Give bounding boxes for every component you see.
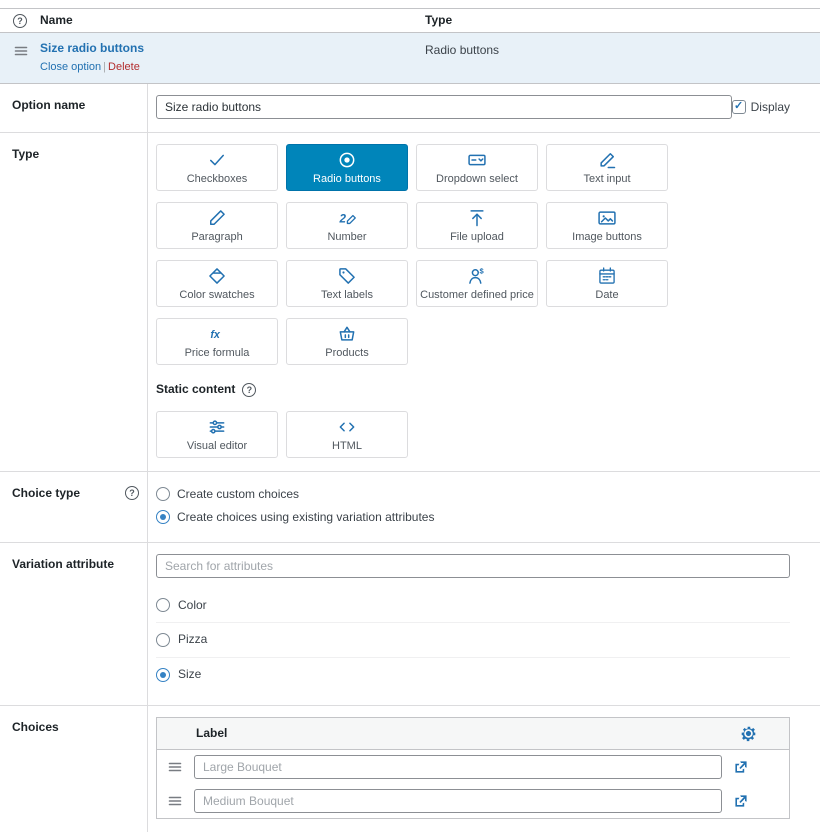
choice-row <box>157 750 789 784</box>
type-tile-paragraph[interactable]: Paragraph <box>156 202 278 250</box>
type-tile-color-swatches[interactable]: Color swatches <box>156 260 278 308</box>
page: { "colors": { "accent": "#2271b1", "sele… <box>0 8 820 832</box>
type-label: Type <box>12 147 40 162</box>
products-icon <box>337 324 357 344</box>
option-name-input[interactable] <box>156 95 732 120</box>
formula-icon: fx <box>207 324 227 344</box>
attribute-item-color[interactable]: Color <box>156 589 790 624</box>
help-icon[interactable] <box>13 14 27 28</box>
static-content-tiles: Visual editor HTML <box>156 410 790 458</box>
image-buttons-icon <box>597 208 617 228</box>
paragraph-icon <box>207 208 227 228</box>
text-labels-icon <box>337 266 357 286</box>
choice-type-label: Choice type <box>12 485 81 500</box>
option-row: Size radio buttons Close option | Delete R… <box>0 33 820 85</box>
choices-table: Label <box>156 716 790 819</box>
type-tile-price-formula[interactable]: fx Price formula <box>156 318 278 366</box>
attribute-size-label: Size <box>178 667 202 682</box>
choices-table-header: Label <box>157 717 789 750</box>
type-tiles: Checkboxes Radio buttons Dropdown select… <box>156 144 790 366</box>
attribute-item-size[interactable]: Size <box>156 658 790 692</box>
external-link-icon[interactable] <box>733 793 749 809</box>
external-link-icon[interactable] <box>733 759 749 775</box>
type-tile-dropdown-select[interactable]: Dropdown select <box>416 144 538 192</box>
static-content-label: Static content <box>156 382 236 397</box>
choice-label-input[interactable] <box>194 754 722 779</box>
text-input-icon <box>597 150 617 170</box>
attribute-search-input[interactable] <box>156 553 790 578</box>
choice-row <box>157 784 789 818</box>
svg-text:2: 2 <box>339 213 347 226</box>
customer-price-icon: $ <box>467 266 487 286</box>
option-name-label: Option name <box>12 98 86 113</box>
column-header-type: Type <box>425 13 453 28</box>
dropdown-icon <box>467 150 487 170</box>
html-icon <box>337 417 357 437</box>
delete-option-link[interactable]: Delete <box>108 61 140 73</box>
file-upload-icon <box>467 208 487 228</box>
choice-label-input[interactable] <box>194 788 722 813</box>
static-content-heading: Static content <box>156 381 790 398</box>
row-choices: Choices Label <box>0 705 820 832</box>
option-title-link[interactable]: Size radio buttons <box>40 40 144 57</box>
drag-handle-icon[interactable] <box>167 793 183 809</box>
check-icon <box>207 150 227 170</box>
radio-variation-choices[interactable] <box>156 510 170 525</box>
static-content-help-icon[interactable] <box>242 383 257 398</box>
attribute-pizza-label: Pizza <box>178 632 208 647</box>
choices-label: Choices <box>12 719 59 734</box>
type-tile-date[interactable]: Date <box>546 260 668 308</box>
display-checkbox-label: Display <box>750 99 790 114</box>
radio-attribute-color[interactable] <box>156 597 170 612</box>
radio-custom-choices-label: Create custom choices <box>177 486 300 501</box>
type-tile-image-buttons[interactable]: Image buttons <box>546 202 668 250</box>
calendar-icon <box>597 266 617 286</box>
choice-type-option-variation[interactable]: Create choices using existing variation … <box>156 506 790 529</box>
svg-text:$: $ <box>480 267 485 276</box>
type-tile-radio-buttons[interactable]: Radio buttons <box>286 144 408 192</box>
radio-variation-choices-label: Create choices using existing variation … <box>177 509 435 524</box>
type-tile-file-upload[interactable]: File upload <box>416 202 538 250</box>
row-type: Type Checkboxes Radio buttons Dropdown s… <box>0 133 820 472</box>
type-tile-products[interactable]: Products <box>286 318 408 366</box>
option-type-value: Radio buttons <box>425 43 500 57</box>
choices-column-label: Label <box>196 726 228 741</box>
radio-custom-choices[interactable] <box>156 487 170 502</box>
number-icon: 2 <box>337 208 357 228</box>
choice-type-option-custom[interactable]: Create custom choices <box>156 483 790 506</box>
table-header-row: Name Type <box>0 9 820 33</box>
row-choice-type: Choice type Create custom choices Create… <box>0 471 820 543</box>
drag-handle-icon[interactable] <box>13 43 29 59</box>
type-tile-visual-editor[interactable]: Visual editor <box>156 410 278 458</box>
color-swatches-icon <box>207 266 227 286</box>
radio-icon <box>337 150 357 170</box>
options-table: Name Type Size radio buttons Close optio… <box>0 8 820 832</box>
svg-text:fx: fx <box>210 329 221 341</box>
attribute-list: Color Pizza Size <box>156 589 790 692</box>
type-tile-number[interactable]: 2 Number <box>286 202 408 250</box>
attribute-item-pizza[interactable]: Pizza <box>156 623 790 659</box>
column-header-name: Name <box>40 13 73 28</box>
row-variation-attribute: Variation attribute Color Pizza Size <box>0 542 820 706</box>
drag-handle-icon[interactable] <box>167 759 183 775</box>
choice-type-help-icon[interactable] <box>125 485 139 500</box>
attribute-color-label: Color <box>178 597 207 612</box>
option-actions: Close option | Delete <box>40 60 425 75</box>
visual-editor-icon <box>207 417 227 437</box>
variation-attribute-label: Variation attribute <box>12 556 115 571</box>
close-option-link[interactable]: Close option <box>40 61 101 73</box>
type-tile-text-labels[interactable]: Text labels <box>286 260 408 308</box>
radio-attribute-size[interactable] <box>156 667 170 682</box>
type-tile-html[interactable]: HTML <box>286 410 408 458</box>
action-separator: | <box>103 60 107 73</box>
row-option-name: Option name Display <box>0 84 820 134</box>
type-tile-customer-defined-price[interactable]: $ Customer defined price <box>416 260 538 308</box>
gear-icon[interactable] <box>740 725 757 742</box>
type-tile-checkboxes[interactable]: Checkboxes <box>156 144 278 192</box>
type-tile-text-input[interactable]: Text input <box>546 144 668 192</box>
display-checkbox[interactable] <box>731 100 746 115</box>
